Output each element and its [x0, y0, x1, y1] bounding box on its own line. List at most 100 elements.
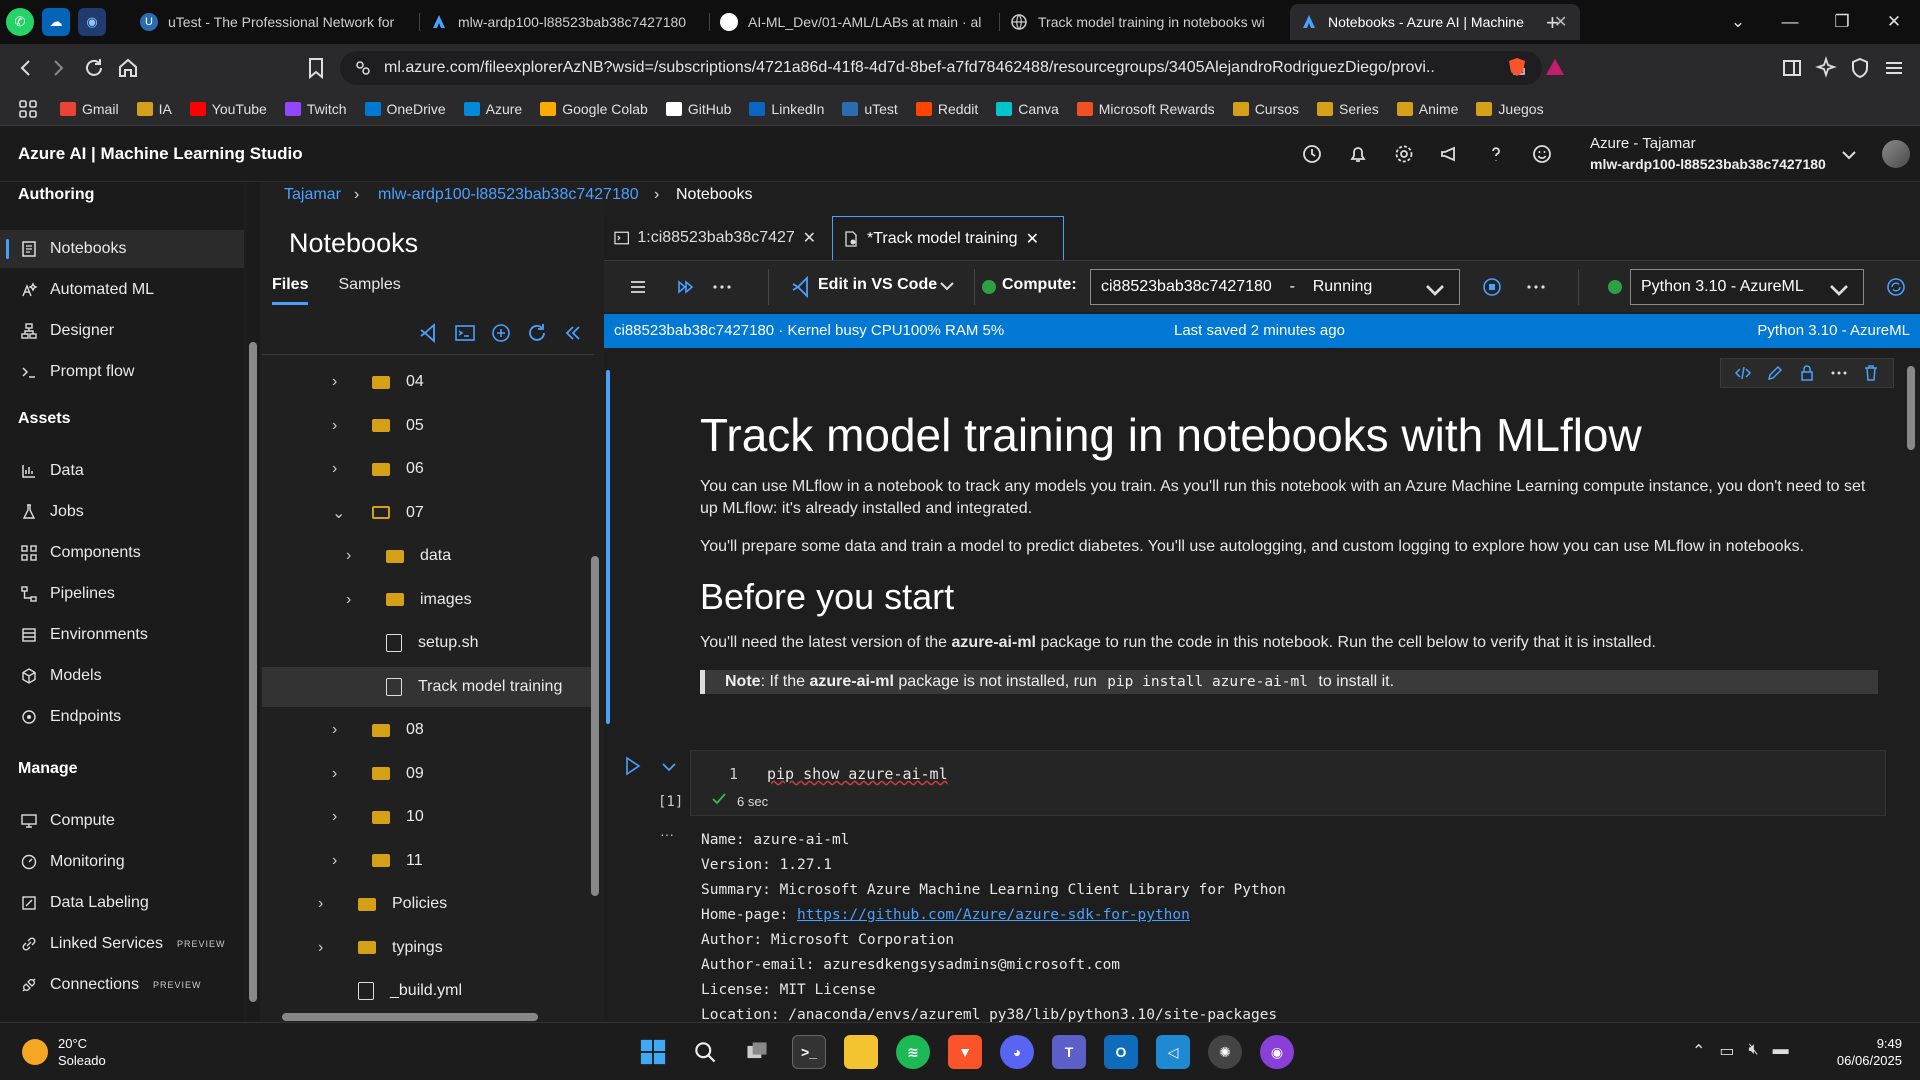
site-info-icon[interactable] — [354, 59, 372, 77]
folder-item[interactable]: › 09 — [262, 754, 592, 794]
apps-grid-icon[interactable] — [18, 99, 38, 119]
chatgpt-icon[interactable]: ✺ — [1208, 1035, 1242, 1069]
nav-item-data-labeling[interactable]: Data Labeling — [0, 884, 244, 922]
edit-pencil-icon[interactable] — [1765, 363, 1785, 383]
vpn-icon[interactable] — [1848, 56, 1872, 80]
task-view-icon[interactable] — [740, 1035, 774, 1069]
nav-item-models[interactable]: Models — [0, 657, 244, 695]
address-bar[interactable]: ml.azure.com/fileexplorerAzNB?wsid=/subs… — [340, 51, 1542, 85]
lock-icon[interactable] — [1797, 363, 1817, 383]
onedrive-icon[interactable]: ☁ — [42, 8, 70, 36]
bookmark-item[interactable]: IA — [136, 101, 172, 117]
output-menu[interactable]: ··· — [660, 826, 674, 842]
nav-item-endpoints[interactable]: Endpoints — [0, 698, 244, 736]
nav-item-compute[interactable]: Compute — [0, 802, 244, 840]
folder-item[interactable]: ⌄ 07 — [262, 493, 592, 533]
run-all-icon[interactable] — [674, 275, 698, 299]
scrollbar-thumb[interactable] — [249, 342, 257, 1002]
tab-files[interactable]: Files — [272, 276, 309, 305]
spotify-icon[interactable]: ≋ — [896, 1035, 930, 1069]
chevron-right-icon[interactable]: › — [332, 373, 354, 391]
bookmark-item[interactable]: Anime — [1396, 101, 1458, 117]
bookmark-item[interactable]: Google Colab — [540, 101, 648, 117]
folder-item[interactable]: › 06 — [262, 449, 592, 489]
folder-item[interactable]: › typings — [262, 928, 592, 968]
forward-icon[interactable] — [46, 56, 70, 80]
refresh-kernel-icon[interactable] — [1884, 275, 1908, 299]
bookmark-item[interactable]: YouTube — [189, 101, 267, 117]
bookmark-item[interactable]: Reddit — [915, 101, 978, 117]
close-icon[interactable]: ✕ — [803, 228, 816, 248]
maximize-button[interactable]: ❐ — [1816, 0, 1868, 44]
discord-icon[interactable]: ◕ — [1000, 1035, 1034, 1069]
add-file-icon[interactable] — [490, 322, 512, 344]
more-options-icon[interactable] — [1524, 275, 1548, 299]
new-tab-button[interactable]: + — [1546, 10, 1559, 36]
chevron-right-icon[interactable]: › — [346, 547, 368, 565]
file-item[interactable]: Track model training — [262, 666, 592, 707]
bookmark-item[interactable]: Canva — [996, 101, 1059, 117]
scrollbar-thumb[interactable] — [591, 556, 599, 896]
bookmark-item[interactable]: Twitch — [284, 101, 347, 117]
bookmark-item[interactable]: LinkedIn — [749, 101, 824, 117]
bookmark-item[interactable]: GitHub — [665, 101, 731, 117]
account-switcher[interactable]: Azure - Tajamar mlw-ardp100-l88523bab38c… — [1590, 134, 1826, 175]
file-item[interactable]: setup.sh — [262, 623, 592, 663]
nav-item-pipelines[interactable]: Pipelines — [0, 575, 244, 613]
menu-icon[interactable] — [1882, 56, 1906, 80]
battery-icon[interactable]: ▬ — [1773, 1041, 1789, 1061]
display-icon[interactable]: ▭ — [1719, 1041, 1734, 1061]
chevron-right-icon[interactable]: › — [346, 591, 368, 609]
nav-item-connections[interactable]: Connections PREVIEW — [0, 966, 244, 1004]
avatar[interactable] — [1882, 140, 1910, 168]
chevron-down-icon[interactable]: ⌄ — [332, 503, 354, 523]
nav-item-designer[interactable]: Designer — [0, 312, 244, 350]
chevron-right-icon[interactable]: › — [332, 852, 354, 870]
stop-compute-icon[interactable] — [1480, 275, 1504, 299]
browser-tab[interactable]: mlw-ardp100-l88523bab38c7427180 — [420, 4, 710, 40]
close-window-button[interactable]: ✕ — [1868, 0, 1920, 44]
sidebar-toggle-icon[interactable] — [1780, 56, 1804, 80]
folder-item[interactable]: › data — [262, 536, 592, 576]
chevron-right-icon[interactable]: › — [332, 417, 354, 435]
scrollbar-thumb[interactable] — [282, 1013, 538, 1021]
file-item[interactable]: _build.yml — [262, 971, 592, 1011]
browser-tab[interactable]: U uTest - The Professional Network for — [130, 4, 420, 40]
refresh-icon[interactable] — [526, 322, 548, 344]
more-options-icon[interactable] — [1829, 363, 1849, 383]
code-line[interactable]: pip show azure-ai-ml — [767, 765, 948, 783]
teams-icon[interactable]: T — [1052, 1035, 1086, 1069]
outlook-icon[interactable]: O — [1104, 1035, 1138, 1069]
chevron-down-icon[interactable] — [1840, 146, 1858, 164]
announcements-icon[interactable] — [1438, 142, 1462, 166]
chevron-right-icon[interactable]: › — [332, 808, 354, 826]
nav-item-notebooks[interactable]: Notebooks — [0, 230, 244, 268]
chevron-right-icon[interactable]: › — [332, 460, 354, 478]
breadcrumb-item[interactable]: Tajamar — [284, 186, 341, 204]
folder-item[interactable]: › 05 — [262, 406, 592, 446]
tab-samples[interactable]: Samples — [338, 276, 400, 305]
reload-icon[interactable] — [82, 56, 106, 80]
terminal-icon[interactable] — [454, 322, 476, 344]
brave-browser-icon[interactable]: ▼ — [948, 1035, 982, 1069]
scrollbar-thumb[interactable] — [1907, 366, 1915, 450]
folder-item[interactable]: › images — [262, 580, 592, 620]
chevron-right-icon[interactable]: › — [332, 721, 354, 739]
kernel-name-text[interactable]: Python 3.10 - AzureML — [1757, 322, 1910, 339]
compute-select[interactable]: ci88523bab38c7427180 - Running — [1090, 269, 1460, 305]
editor-tab-terminal[interactable]: 1:ci88523bab38c742718 ✕ — [604, 216, 826, 260]
history-icon[interactable] — [1300, 142, 1324, 166]
editor-tab-notebook[interactable]: *Track model training ✕ — [832, 216, 1064, 260]
nav-item-components[interactable]: Components — [0, 534, 244, 572]
bookmark-item[interactable]: OneDrive — [364, 101, 446, 117]
terminal-app-icon[interactable]: >_ — [792, 1035, 826, 1069]
help-icon[interactable] — [1484, 142, 1508, 166]
nav-item-automated-ml[interactable]: Automated ML — [0, 271, 244, 309]
homepage-link[interactable]: https://github.com/Azure/azure-sdk-for-p… — [797, 907, 1190, 923]
bookmark-icon[interactable] — [304, 56, 328, 80]
settings-gear-icon[interactable] — [1392, 142, 1416, 166]
menu-icon[interactable] — [626, 275, 650, 299]
vscode-icon[interactable] — [418, 322, 440, 344]
chevron-right-icon[interactable]: › — [318, 939, 340, 957]
chevron-up-icon[interactable]: ⌃ — [1692, 1041, 1705, 1061]
